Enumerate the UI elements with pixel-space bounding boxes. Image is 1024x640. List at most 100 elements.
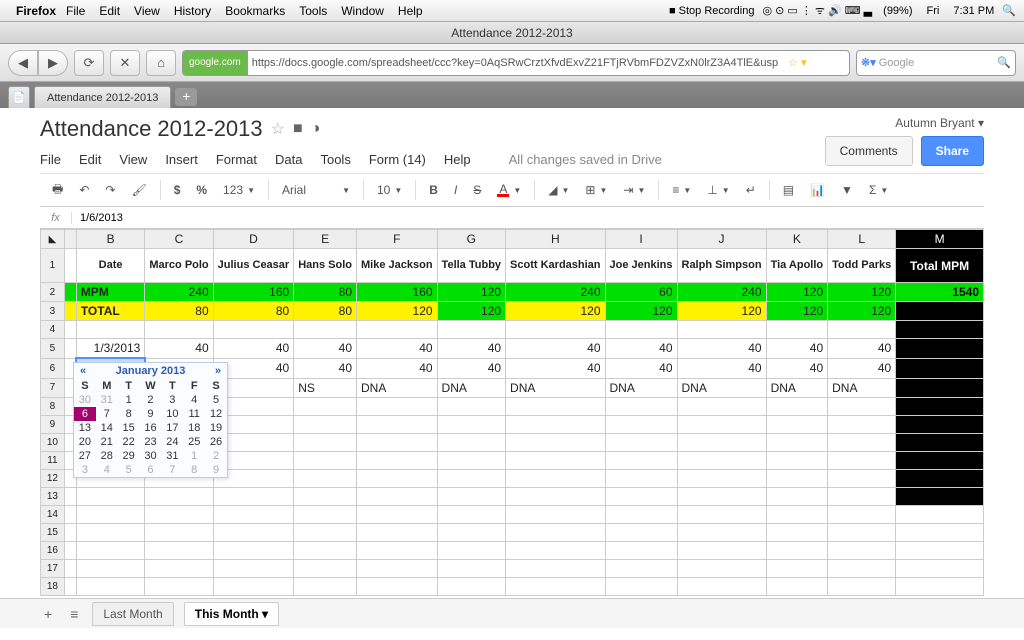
chart-icon[interactable]: 📊 xyxy=(804,180,831,200)
search-bar[interactable]: ※▾ Google 🔍 xyxy=(856,50,1016,76)
dp-day[interactable]: 7 xyxy=(96,407,118,421)
dp-day[interactable]: 9 xyxy=(205,463,227,477)
percent-icon[interactable]: % xyxy=(190,180,213,200)
halign-icon[interactable]: ≡▼ xyxy=(666,180,697,200)
dp-day[interactable]: 27 xyxy=(74,449,96,463)
hdr-K[interactable]: Tia Apollo xyxy=(766,249,828,283)
hdr-C[interactable]: Marco Polo xyxy=(145,249,213,283)
dp-day[interactable]: 4 xyxy=(183,393,205,407)
menu-view[interactable]: View xyxy=(134,4,160,18)
numfmt-dropdown[interactable]: 123▼ xyxy=(217,180,261,200)
stop-button[interactable]: ✕ xyxy=(110,50,140,76)
redo-icon[interactable]: ↷ xyxy=(99,180,121,200)
menu-tools[interactable]: Tools xyxy=(299,4,327,18)
undo-icon[interactable]: ↶ xyxy=(73,180,95,200)
strike-icon[interactable]: S xyxy=(467,180,487,200)
dp-day[interactable]: 26 xyxy=(205,435,227,449)
col-F[interactable]: F xyxy=(357,230,438,249)
all-sheets-icon[interactable]: ≡ xyxy=(66,606,82,622)
dp-day[interactable]: 22 xyxy=(118,435,140,449)
dp-day[interactable]: 1 xyxy=(183,449,205,463)
dp-day[interactable]: 6 xyxy=(74,407,96,421)
dp-prev[interactable]: « xyxy=(80,365,86,377)
menu-bookmarks[interactable]: Bookmarks xyxy=(225,4,285,18)
url-bar[interactable]: google.com https://docs.google.com/sprea… xyxy=(182,50,850,76)
dp-day[interactable]: 20 xyxy=(74,435,96,449)
fx-content[interactable]: 1/6/2013 xyxy=(72,212,131,224)
dp-day[interactable]: 1 xyxy=(118,393,140,407)
dp-day[interactable]: 25 xyxy=(183,435,205,449)
r5-date[interactable]: 1/3/2013 xyxy=(76,339,145,359)
filter-icon[interactable]: ▼ xyxy=(835,180,859,200)
font-dropdown[interactable]: Arial▼ xyxy=(276,180,356,200)
col-E[interactable]: E xyxy=(294,230,357,249)
dp-day[interactable]: 21 xyxy=(96,435,118,449)
dp-day[interactable]: 24 xyxy=(161,435,183,449)
dmenu-form[interactable]: Form (14) xyxy=(369,152,426,167)
folder-icon[interactable]: ■ xyxy=(293,120,303,138)
r2-total[interactable]: 1540 xyxy=(896,283,984,302)
col-I[interactable]: I xyxy=(605,230,677,249)
home-button[interactable]: ⌂ xyxy=(146,50,176,76)
share-button[interactable]: Share xyxy=(921,136,984,166)
borders-icon[interactable]: ⊞▼ xyxy=(579,180,613,200)
dp-day[interactable]: 3 xyxy=(161,393,183,407)
dmenu-view[interactable]: View xyxy=(119,152,147,167)
new-tab-button[interactable]: + xyxy=(175,88,197,106)
doc-title[interactable]: Attendance 2012-2013 xyxy=(40,116,263,142)
dp-day[interactable]: 5 xyxy=(205,393,227,407)
dp-day[interactable]: 9 xyxy=(140,407,162,421)
italic-icon[interactable]: I xyxy=(448,180,463,200)
hdr-L[interactable]: Todd Parks xyxy=(828,249,896,283)
menu-history[interactable]: History xyxy=(174,4,211,18)
spotlight-icon[interactable]: 🔍 xyxy=(1002,4,1016,17)
bookmark-star-icon[interactable]: ☆ ▾ xyxy=(782,56,812,69)
reload-button[interactable]: ⟳ xyxy=(74,50,104,76)
dp-day[interactable]: 11 xyxy=(183,407,205,421)
dp-day[interactable]: 15 xyxy=(118,421,140,435)
col-J[interactable]: J xyxy=(677,230,766,249)
dmenu-format[interactable]: Format xyxy=(216,152,257,167)
add-sheet-icon[interactable]: + xyxy=(40,606,56,622)
hdr-date[interactable]: Date xyxy=(76,249,145,283)
hdr-E[interactable]: Hans Solo xyxy=(294,249,357,283)
col-C[interactable]: C xyxy=(145,230,213,249)
functions-icon[interactable]: Σ▼ xyxy=(863,180,894,200)
r2-label[interactable]: MPM xyxy=(76,283,145,302)
dp-day[interactable]: 8 xyxy=(183,463,205,477)
dp-day[interactable]: 3 xyxy=(74,463,96,477)
menu-file[interactable]: File xyxy=(66,4,85,18)
row-1[interactable]: 1 xyxy=(41,249,65,283)
dp-day[interactable]: 5 xyxy=(118,463,140,477)
activity-icon[interactable]: ◑ xyxy=(311,120,321,138)
bold-icon[interactable]: B xyxy=(423,180,444,200)
col-B[interactable]: B xyxy=(76,230,145,249)
hdr-F[interactable]: Mike Jackson xyxy=(357,249,438,283)
hdr-H[interactable]: Scott Kardashian xyxy=(506,249,605,283)
dp-day[interactable]: 2 xyxy=(205,449,227,463)
r3-label[interactable]: TOTAL xyxy=(76,302,145,321)
dp-day[interactable]: 10 xyxy=(161,407,183,421)
tab-attendance[interactable]: Attendance 2012-2013 xyxy=(34,86,171,108)
dp-day[interactable]: 29 xyxy=(118,449,140,463)
currency-icon[interactable]: $ xyxy=(168,180,187,200)
hdr-G[interactable]: Tella Tubby xyxy=(437,249,506,283)
date-picker[interactable]: « January 2013 » SMTWTFS 303112345678910… xyxy=(73,362,228,478)
dp-day[interactable]: 30 xyxy=(74,393,96,407)
dp-day[interactable]: 7 xyxy=(161,463,183,477)
star-icon[interactable]: ☆ xyxy=(271,119,285,139)
dmenu-insert[interactable]: Insert xyxy=(165,152,198,167)
menu-edit[interactable]: Edit xyxy=(99,4,120,18)
insert-link-icon[interactable]: ▤ xyxy=(777,180,800,200)
dp-day[interactable]: 2 xyxy=(140,393,162,407)
col-M[interactable]: M xyxy=(896,230,984,249)
print-icon[interactable]: 🖶 xyxy=(46,177,69,204)
dmenu-tools[interactable]: Tools xyxy=(320,152,350,167)
forward-button[interactable]: ▶ xyxy=(38,50,68,76)
dp-day[interactable]: 31 xyxy=(161,449,183,463)
hdr-I[interactable]: Joe Jenkins xyxy=(605,249,677,283)
user-name[interactable]: Autumn Bryant ▾ xyxy=(825,116,984,130)
app-name[interactable]: Firefox xyxy=(16,4,56,18)
row-3[interactable]: 3 xyxy=(41,302,65,321)
site-identity[interactable]: google.com xyxy=(183,51,248,75)
